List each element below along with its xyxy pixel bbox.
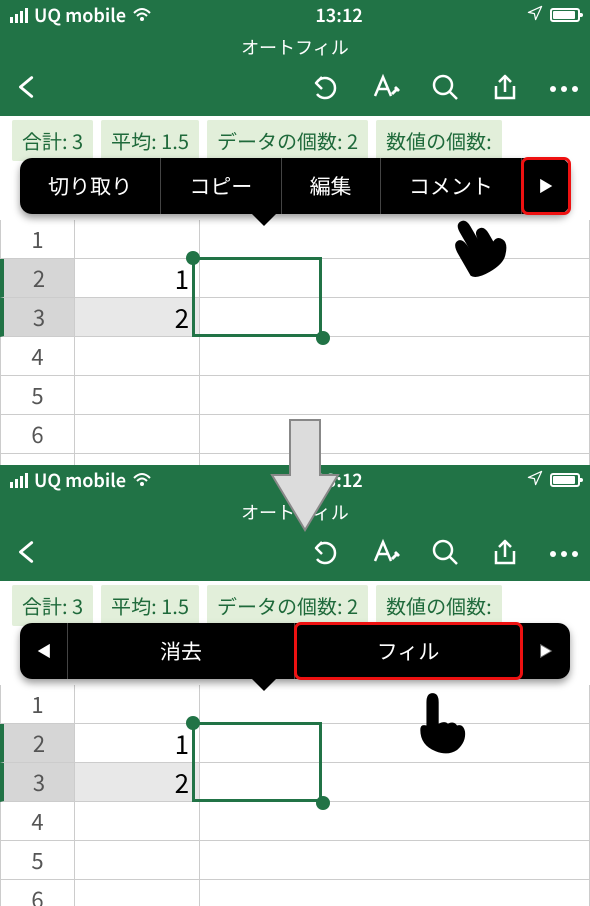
search-button[interactable] (430, 72, 460, 107)
cell-a5[interactable] (75, 841, 200, 880)
row-header-2[interactable]: 2 (0, 259, 75, 298)
font-format-button[interactable] (370, 72, 400, 107)
ctx-clear[interactable]: 消去 (68, 623, 295, 679)
context-menu-tail (252, 679, 276, 691)
stat-sum: 合計: 3 (12, 585, 93, 626)
stat-sum: 合計: 3 (12, 120, 93, 161)
stat-ncount: 数値の個数: (376, 120, 502, 161)
cell-a5[interactable] (75, 376, 200, 415)
context-menu: 消去 フィル (20, 623, 570, 679)
carrier-label: UQ mobile (34, 467, 126, 493)
row-header-2[interactable]: 2 (0, 724, 75, 763)
cell-a3[interactable]: 2 (75, 763, 200, 802)
ctx-prev-arrow[interactable] (20, 623, 68, 679)
cell-a3[interactable]: 2 (75, 298, 200, 337)
row-headers: 1 2 3 4 5 6 7 (0, 220, 75, 465)
cell-a6[interactable] (75, 880, 200, 906)
cell-b2[interactable] (200, 259, 590, 298)
row-header-6[interactable]: 6 (0, 880, 75, 906)
cell-b5[interactable] (200, 376, 590, 415)
row-header-5[interactable]: 5 (0, 376, 75, 415)
signal-icon (10, 473, 28, 488)
battery-icon (550, 8, 580, 22)
transition-arrow-icon (270, 415, 340, 535)
cell-b5[interactable] (200, 841, 590, 880)
selection-handle-tl[interactable] (186, 251, 200, 265)
cell-a4[interactable] (75, 337, 200, 376)
cell-b2[interactable] (200, 724, 590, 763)
share-button[interactable] (490, 72, 520, 107)
row-header-1[interactable]: 1 (0, 685, 75, 724)
battery-icon (550, 473, 580, 487)
undo-button[interactable] (310, 72, 340, 107)
row-headers: 1 2 3 4 5 6 (0, 685, 75, 906)
row-header-7[interactable]: 7 (0, 454, 75, 465)
ctx-copy[interactable]: コピー (161, 158, 281, 214)
cell-a6[interactable] (75, 415, 200, 454)
undo-button[interactable] (310, 537, 340, 572)
stat-avg: 平均: 1.5 (101, 585, 199, 626)
font-format-button[interactable] (370, 537, 400, 572)
wifi-icon (132, 467, 152, 493)
share-button[interactable] (490, 537, 520, 572)
cell-a4[interactable] (75, 802, 200, 841)
search-button[interactable] (430, 537, 460, 572)
status-bar: UQ mobile 13:12 (0, 0, 590, 30)
cell-a2[interactable]: 1 (75, 259, 200, 298)
cell-area[interactable]: 1 2 (75, 685, 590, 906)
more-button[interactable] (550, 86, 578, 92)
page-title: オートフィル (0, 30, 590, 62)
more-button[interactable] (550, 551, 578, 557)
selection-handle-br[interactable] (316, 796, 330, 810)
row-header-3[interactable]: 3 (0, 298, 75, 337)
location-icon (526, 467, 544, 493)
cell-a2[interactable]: 1 (75, 724, 200, 763)
selection-handle-tl[interactable] (186, 716, 200, 730)
row-header-4[interactable]: 4 (0, 802, 75, 841)
screenshot-step-1: UQ mobile 13:12 オートフィル 合計: 3 平均: 1.5 データ… (0, 0, 590, 465)
cell-a7[interactable] (75, 454, 200, 465)
stats-bar: 合計: 3 平均: 1.5 データの個数: 2 数値の個数: (0, 116, 590, 164)
ctx-next-arrow (522, 623, 570, 679)
cell-b3[interactable] (200, 298, 590, 337)
signal-icon (10, 8, 28, 23)
cell-a1[interactable] (75, 685, 200, 724)
stats-bar: 合計: 3 平均: 1.5 データの個数: 2 数値の個数: (0, 581, 590, 629)
back-button[interactable] (12, 537, 42, 572)
cell-b7[interactable] (200, 454, 590, 465)
row-header-6[interactable]: 6 (0, 415, 75, 454)
cell-b4[interactable] (200, 337, 590, 376)
cell-a1[interactable] (75, 220, 200, 259)
row-header-5[interactable]: 5 (0, 841, 75, 880)
row-header-4[interactable]: 4 (0, 337, 75, 376)
back-button[interactable] (12, 72, 42, 107)
stat-count: データの個数: 2 (207, 585, 368, 626)
cell-b3[interactable] (200, 763, 590, 802)
ctx-more-arrow[interactable] (522, 158, 570, 214)
context-menu-tail (252, 214, 276, 226)
cell-b6[interactable] (200, 880, 590, 906)
stat-count: データの個数: 2 (207, 120, 368, 161)
cell-b6[interactable] (200, 415, 590, 454)
wifi-icon (132, 2, 152, 28)
clock: 13:12 (315, 2, 362, 28)
row-header-1[interactable]: 1 (0, 220, 75, 259)
stat-ncount: 数値の個数: (376, 585, 502, 626)
cell-b4[interactable] (200, 802, 590, 841)
carrier-label: UQ mobile (34, 2, 126, 28)
selection-handle-br[interactable] (316, 331, 330, 345)
ctx-fill[interactable]: フィル (295, 623, 522, 679)
spreadsheet[interactable]: 1 2 3 4 5 6 1 2 (0, 685, 590, 906)
pointer-hand-icon (405, 685, 475, 765)
ctx-cut[interactable]: 切り取り (20, 158, 161, 214)
toolbar (0, 62, 590, 116)
location-icon (526, 2, 544, 28)
ctx-comment[interactable]: コメント (381, 158, 522, 214)
ctx-edit[interactable]: 編集 (282, 158, 381, 214)
toolbar (0, 527, 590, 581)
row-header-3[interactable]: 3 (0, 763, 75, 802)
stat-avg: 平均: 1.5 (101, 120, 199, 161)
